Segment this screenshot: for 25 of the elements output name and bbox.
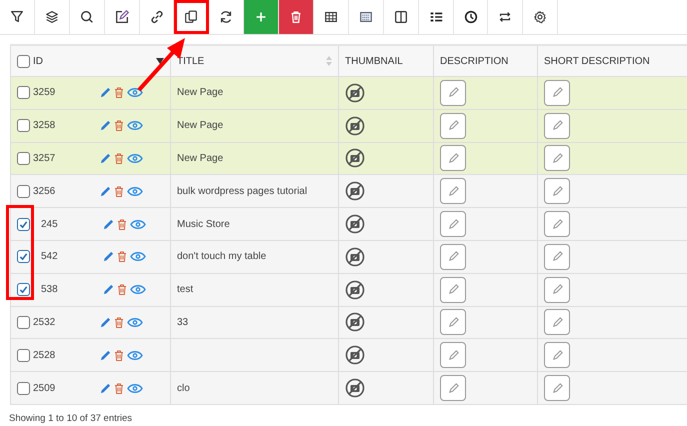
title-cell: New Page [177,152,224,164]
title-cell: clo [177,382,190,394]
column-header: ID [33,56,43,66]
title-cell: New Page [177,87,224,98]
id-cell: 538 [41,284,58,296]
id-cell: 245 [41,218,58,230]
title-cell: don't touch my table [177,251,266,262]
title-cell: New Page [177,120,224,132]
id-cell: 3257 [33,152,56,164]
title-cell: test [177,284,194,296]
title-cell: 33 [177,316,188,328]
title-cell: bulk wordpress pages tutorial [177,186,308,197]
id-cell: 3258 [33,120,56,132]
id-cell: 2509 [33,382,56,394]
id-cell: 2528 [33,350,56,361]
title-cell: Music Store [177,218,230,230]
id-cell: 3256 [33,186,56,197]
column-header: THUMBNAIL [345,56,403,66]
entries-info: Showing 1 to 10 of 37 entries [9,412,134,424]
column-header: DESCRIPTION [440,56,508,66]
id-cell: 2532 [33,316,56,328]
column-header: TITLE [177,56,204,66]
id-cell: 3259 [33,87,56,98]
id-cell: 542 [41,251,58,262]
column-header: SHORT DESCRIPTION [544,56,650,66]
